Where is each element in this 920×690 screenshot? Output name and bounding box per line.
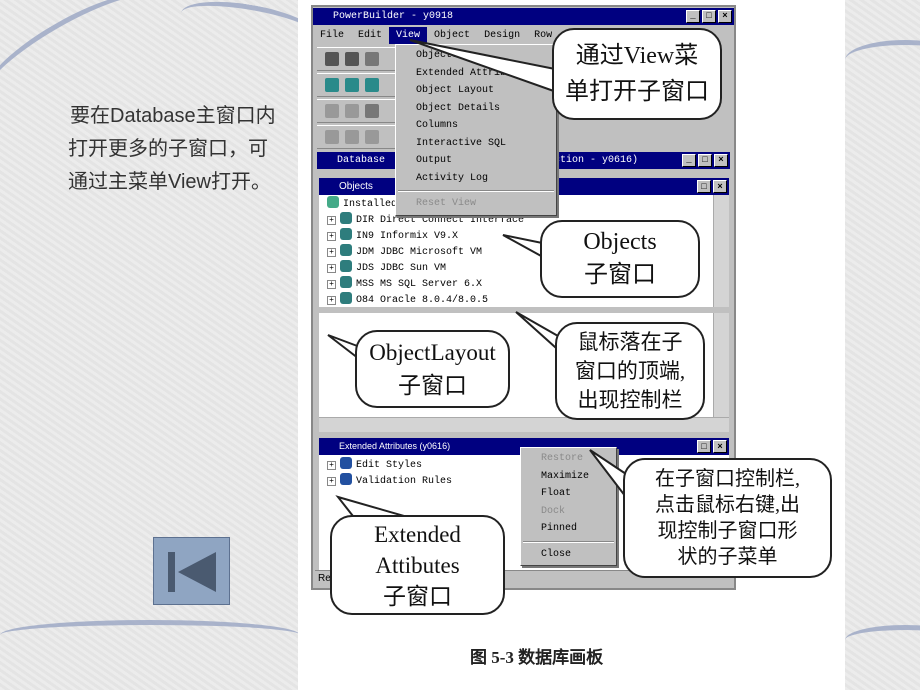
- callout-object-layout: ObjectLayout 子窗口: [355, 330, 510, 408]
- callout-view-menu: 通过View菜 单打开子窗口: [552, 28, 722, 120]
- callout-tail: [409, 39, 566, 96]
- callout-objects: Objects 子窗口: [540, 220, 700, 298]
- figure-caption: 图 5-3 数据库画板: [470, 648, 604, 667]
- callout-extended-attributes: Extended Attibutes 子窗口: [330, 515, 505, 615]
- callout-right-click: 在子窗口控制栏, 点击鼠标右键,出 现控制子窗口形 状的子菜单: [623, 458, 832, 578]
- callout-mouse-top: 鼠标落在子 窗口的顶端, 出现控制栏: [555, 322, 705, 420]
